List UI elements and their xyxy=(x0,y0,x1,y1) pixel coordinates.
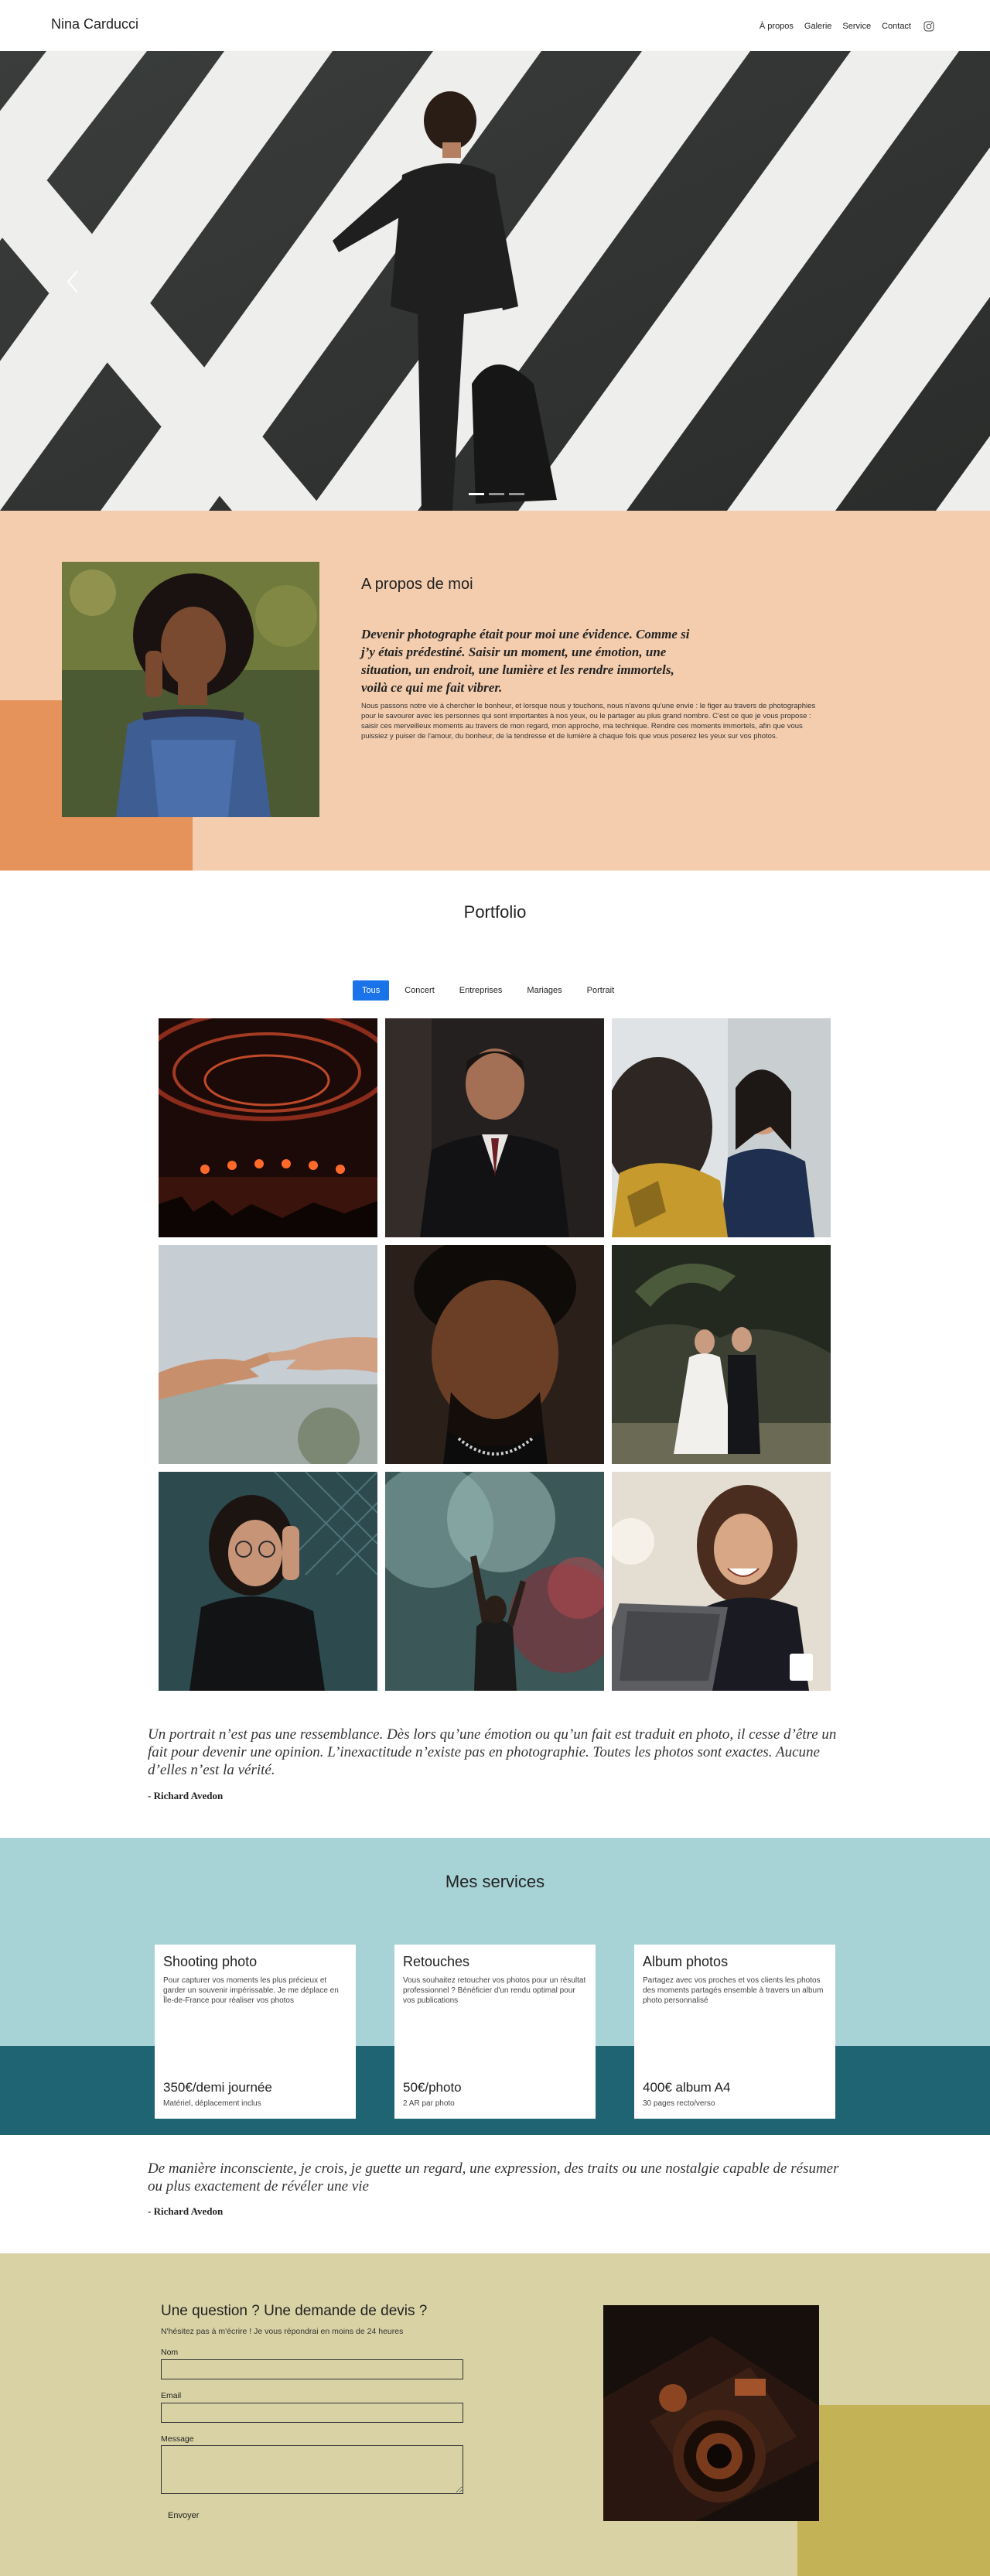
service-card-note: Matériel, déplacement inclus xyxy=(163,2099,261,2108)
about-quote: Devenir photographe était pour moi une é… xyxy=(361,627,690,695)
gallery-photo-business-1[interactable] xyxy=(385,1018,604,1237)
name-field[interactable] xyxy=(161,2359,463,2379)
carousel-indicators xyxy=(469,493,524,495)
service-card-album: Album photos Partagez avec vos proches e… xyxy=(634,1945,835,2119)
quote-text-2: De manière inconsciente, je crois, je gu… xyxy=(148,2160,839,2195)
gallery-photo-business-2[interactable] xyxy=(612,1018,831,1237)
gallery-photo-concert-1[interactable] xyxy=(159,1018,377,1237)
about-body: Nous passons notre vie à chercher le bon… xyxy=(361,702,816,741)
contact-camera-photo xyxy=(603,2305,819,2521)
main-nav: À propos Galerie Service Contact xyxy=(760,21,934,32)
contact-subtitle: N'hésitez pas à m'écrire ! Je vous répon… xyxy=(161,2327,404,2336)
service-card-note: 2 AR par photo xyxy=(403,2099,455,2108)
service-card-desc: Vous souhaitez retoucher vos photos pour… xyxy=(403,1976,586,2005)
service-card-title: Album photos xyxy=(643,1954,729,1969)
service-card-desc: Partagez avec vos proches et vos clients… xyxy=(643,1976,824,2005)
service-card-desc: Pour capturer vos moments les plus préci… xyxy=(163,1976,339,2005)
message-label: Message xyxy=(161,2434,194,2444)
filter-concert[interactable]: Concert xyxy=(395,980,444,1001)
gallery-photo-concert-2[interactable] xyxy=(385,1472,604,1691)
message-field[interactable] xyxy=(161,2445,463,2494)
instagram-icon[interactable] xyxy=(923,21,934,32)
gallery-photo-wedding-2[interactable] xyxy=(612,1245,831,1464)
hero-carousel xyxy=(0,51,990,511)
about-portrait-photo xyxy=(62,562,319,817)
name-label: Nom xyxy=(161,2348,179,2357)
gallery-photo-wedding-1[interactable] xyxy=(159,1245,377,1464)
email-field[interactable] xyxy=(161,2403,463,2423)
contact-accent-block xyxy=(797,2405,990,2576)
email-label: Email xyxy=(161,2391,182,2400)
site-header: Nina Carducci À propos Galerie Service C… xyxy=(0,0,990,51)
quote-author-2: - Richard Avedon xyxy=(148,2205,224,2217)
contact-title: Une question ? Une demande de devis ? xyxy=(161,2303,428,2319)
service-card-price: 50€/photo xyxy=(403,2080,462,2095)
nav-link-services[interactable]: Service xyxy=(842,22,871,31)
carousel-dot-3[interactable] xyxy=(509,493,524,495)
filter-weddings[interactable]: Mariages xyxy=(517,980,571,1001)
filter-all[interactable]: Tous xyxy=(353,980,390,1001)
gallery-photo-business-3[interactable] xyxy=(612,1472,831,1691)
services-title: Mes services xyxy=(445,1872,545,1891)
gallery-photo-portrait-1[interactable] xyxy=(385,1245,604,1464)
carousel-dot-2[interactable] xyxy=(489,493,504,495)
portfolio-filters: Tous Concert Entreprises Mariages Portra… xyxy=(353,980,623,1001)
hero-image xyxy=(0,51,990,511)
quote-text-1: Un portrait n’est pas une ressemblance. … xyxy=(148,1726,837,1778)
service-card-title: Retouches xyxy=(403,1954,470,1969)
about-title: A propos de moi xyxy=(361,576,473,593)
carousel-dot-1[interactable] xyxy=(469,493,484,495)
quote-author-1: - Richard Avedon xyxy=(148,1790,224,1801)
submit-button[interactable]: Envoyer xyxy=(161,2507,206,2524)
nav-link-contact[interactable]: Contact xyxy=(882,22,911,31)
brand-name[interactable]: Nina Carducci xyxy=(51,16,138,32)
service-card-price: 350€/demi journée xyxy=(163,2080,272,2095)
service-card-price: 400€ album A4 xyxy=(643,2080,731,2095)
service-card-title: Shooting photo xyxy=(163,1954,258,1969)
service-card-retouch: Retouches Vous souhaitez retoucher vos p… xyxy=(394,1945,596,2119)
gallery-photo-portrait-2[interactable] xyxy=(159,1472,377,1691)
carousel-prev-icon[interactable] xyxy=(63,268,82,296)
portfolio-title: Portfolio xyxy=(463,902,527,922)
nav-link-about[interactable]: À propos xyxy=(760,22,794,31)
service-card-shooting: Shooting photo Pour capturer vos moments… xyxy=(155,1945,356,2119)
filter-business[interactable]: Entreprises xyxy=(450,980,512,1001)
portfolio-gallery xyxy=(159,1018,831,1691)
nav-link-gallery[interactable]: Galerie xyxy=(804,22,831,31)
service-card-note: 30 pages recto/verso xyxy=(643,2099,715,2108)
filter-portrait[interactable]: Portrait xyxy=(578,980,623,1001)
